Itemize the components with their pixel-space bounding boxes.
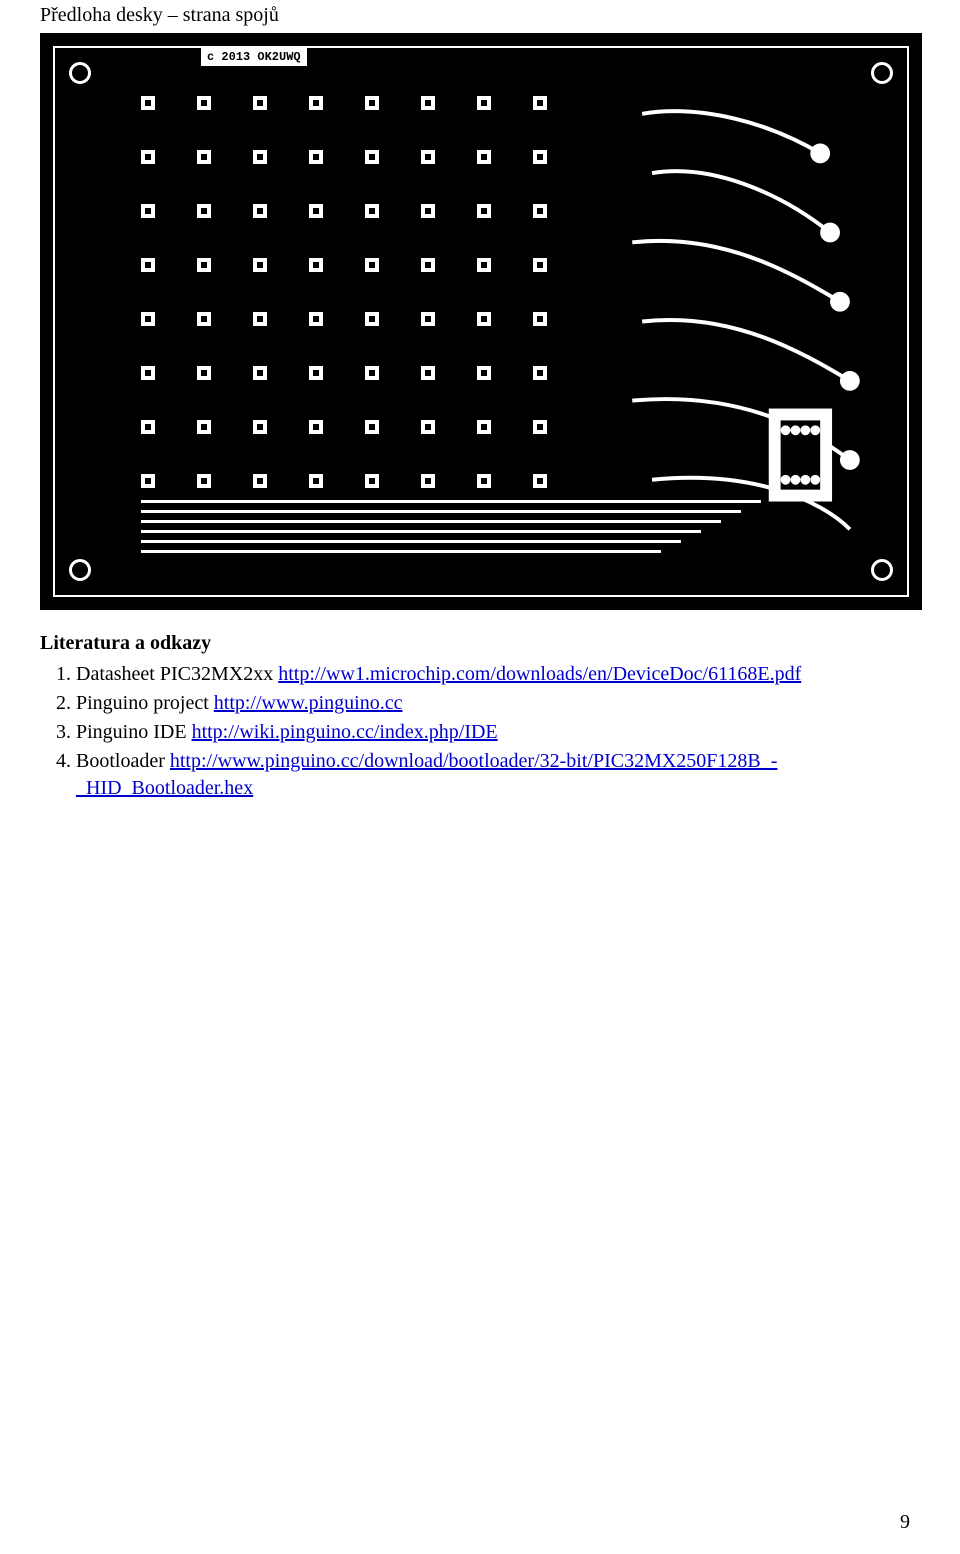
list-item: Pinguino project http://www.pinguino.cc	[76, 690, 920, 717]
page-number: 9	[900, 1511, 910, 1534]
mounting-hole-icon	[69, 559, 91, 581]
ref-link[interactable]: http://wiki.pinguino.cc/index.php/IDE	[192, 721, 498, 743]
mounting-hole-icon	[69, 62, 91, 84]
trace-icon	[141, 550, 661, 553]
ref-link[interactable]: http://ww1.microchip.com/downloads/en/De…	[278, 663, 801, 685]
trace-icon	[141, 540, 681, 543]
references-list: Datasheet PIC32MX2xx http://ww1.microchi…	[70, 661, 920, 802]
references-heading: Literatura a odkazy	[40, 632, 920, 655]
ref-link[interactable]: http://www.pinguino.cc/download/bootload…	[76, 750, 777, 799]
mounting-hole-icon	[871, 62, 893, 84]
pcb-section-title: Předloha desky – strana spojů	[40, 4, 920, 27]
ref-link[interactable]: http://www.pinguino.cc	[214, 692, 403, 714]
list-item: Datasheet PIC32MX2xx http://ww1.microchi…	[76, 661, 920, 688]
ref-prefix: Bootloader	[76, 750, 170, 772]
pad-grid	[141, 96, 547, 528]
ref-prefix: Pinguino project	[76, 692, 214, 714]
pcb-copyright-label: c 2013 OK2UWQ	[201, 48, 307, 66]
ref-prefix: Datasheet PIC32MX2xx	[76, 663, 278, 685]
trace-icon	[141, 530, 701, 533]
list-item: Pinguino IDE http://wiki.pinguino.cc/ind…	[76, 719, 920, 746]
pcb-artwork: c 2013 OK2UWQ	[40, 33, 922, 610]
ref-prefix: Pinguino IDE	[76, 721, 192, 743]
mounting-hole-icon	[871, 559, 893, 581]
pcb-routing-icon	[621, 94, 871, 549]
list-item: Bootloader http://www.pinguino.cc/downlo…	[76, 748, 920, 802]
